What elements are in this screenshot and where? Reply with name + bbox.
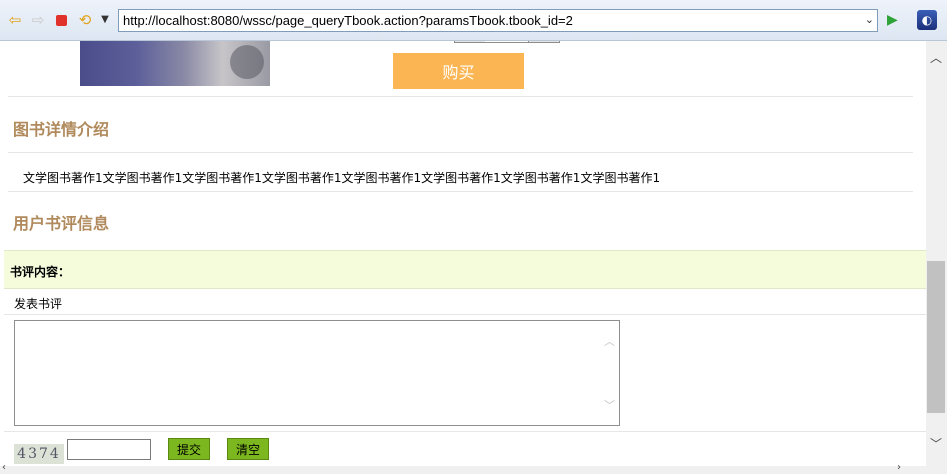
go-icon[interactable]: ▶	[887, 12, 898, 28]
forward-arrow-icon[interactable]: ⇨	[29, 11, 47, 29]
chevron-up-icon[interactable]: ︿	[604, 333, 615, 349]
scroll-up-icon[interactable]: ︿	[930, 49, 942, 66]
refresh-icon[interactable]: ⟲	[76, 11, 94, 29]
quantity-minus-button[interactable]	[454, 41, 486, 43]
quantity-plus-button[interactable]	[528, 41, 560, 43]
vertical-scrollbar[interactable]: ︿ ﹀	[926, 41, 947, 466]
stop-icon[interactable]	[52, 11, 70, 29]
post-review-label: 发表书评	[14, 297, 63, 311]
browser-toolbar: ⇦ ⇨ ⟲ ▼ http://localhost:8080/wssc/page_…	[0, 0, 947, 41]
review-content-bar: 书评内容：	[4, 250, 926, 289]
scrollbar-thumb[interactable]	[927, 261, 945, 413]
captcha-input[interactable]	[67, 439, 151, 460]
book-cover-shade	[230, 45, 264, 79]
buy-button[interactable]: 购买	[393, 53, 524, 89]
review-textarea[interactable]: ︿ ﹀	[14, 320, 620, 426]
chevron-down-icon[interactable]: ﹀	[604, 397, 615, 413]
textarea-scrollbar[interactable]: ︿ ﹀	[603, 323, 617, 423]
detail-section-title: 图书详情介绍	[13, 120, 110, 139]
reviews-section-title: 用户书评信息	[13, 214, 110, 233]
horizontal-scrollbar[interactable]: ‹ ›	[0, 462, 947, 474]
clear-button[interactable]: 清空	[227, 438, 269, 460]
page-viewport: 购买 图书详情介绍 文学图书著作1文学图书著作1文学图书著作1文学图书著作1文学…	[0, 41, 926, 466]
scroll-left-icon[interactable]: ‹	[2, 462, 6, 473]
address-bar[interactable]: http://localhost:8080/wssc/page_queryTbo…	[118, 9, 878, 32]
captcha-image[interactable]: 4374	[14, 444, 64, 464]
scroll-right-icon[interactable]: ›	[897, 462, 901, 473]
submit-button[interactable]: 提交	[168, 438, 210, 460]
extension-icon[interactable]: ◐	[917, 10, 937, 30]
chevron-down-icon[interactable]: ⌄	[865, 13, 874, 26]
divider	[4, 431, 926, 432]
divider	[4, 314, 926, 315]
back-arrow-icon[interactable]: ⇦	[6, 11, 24, 29]
scroll-down-icon[interactable]: ﹀	[930, 435, 942, 452]
quantity-stepper[interactable]	[454, 41, 560, 43]
book-description: 文学图书著作1文学图书著作1文学图书著作1文学图书著作1文学图书著作1文学图书著…	[23, 171, 661, 185]
address-url[interactable]: http://localhost:8080/wssc/page_queryTbo…	[123, 13, 573, 28]
divider	[8, 191, 913, 192]
review-content-label: 书评内容：	[10, 265, 71, 279]
quantity-input[interactable]	[485, 41, 529, 43]
divider	[8, 96, 913, 97]
book-cover-image	[80, 41, 270, 86]
divider	[8, 152, 913, 153]
dropdown-icon[interactable]: ▼	[96, 11, 114, 29]
